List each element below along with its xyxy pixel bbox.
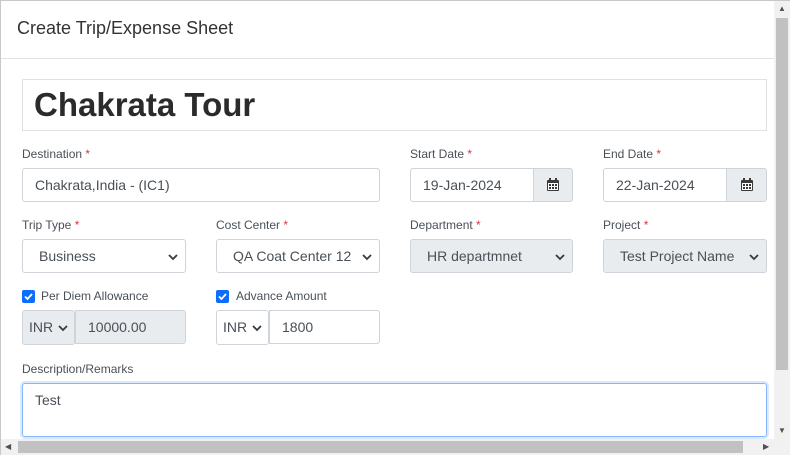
destination-label: Destination * <box>22 147 91 161</box>
vertical-scroll-thumb[interactable] <box>776 18 788 370</box>
chevron-down-icon <box>168 254 178 261</box>
project-select[interactable]: Test Project Name <box>603 239 767 273</box>
chevron-down-icon <box>749 254 759 261</box>
checkmark-icon <box>24 293 33 301</box>
horizontal-scrollbar[interactable]: ◀ ▶ <box>1 439 790 455</box>
calendar-icon <box>740 178 753 191</box>
description-textarea[interactable]: Test <box>22 383 767 437</box>
checkmark-icon <box>218 293 227 301</box>
end-date-input[interactable]: 22-Jan-2024 <box>603 168 727 202</box>
scroll-left-icon[interactable]: ◀ <box>5 442 11 452</box>
department-select[interactable]: HR departmnet <box>410 239 573 273</box>
cost-center-value: QA Coat Center 12 <box>233 248 352 264</box>
end-date-label: End Date * <box>603 147 662 161</box>
end-date-calendar-button[interactable] <box>726 168 767 202</box>
scroll-right-icon[interactable]: ▶ <box>763 442 769 452</box>
per-diem-currency-value: INR <box>29 319 54 335</box>
scroll-up-icon[interactable]: ▲ <box>778 4 786 14</box>
per-diem-label: Per Diem Allowance <box>41 289 149 303</box>
scroll-down-icon[interactable]: ▼ <box>778 426 786 436</box>
project-value: Test Project Name <box>620 248 735 264</box>
advance-amount-input[interactable]: 1800 <box>269 310 380 344</box>
advance-currency-value: INR <box>223 319 248 335</box>
cost-center-select[interactable]: QA Coat Center 12 <box>216 239 380 273</box>
start-date-label: Start Date * <box>410 147 473 161</box>
calendar-icon <box>547 178 559 191</box>
advance-amount-checkbox[interactable] <box>216 290 229 303</box>
department-value: HR departmnet <box>427 248 522 264</box>
cost-center-label: Cost Center * <box>216 218 289 232</box>
chevron-down-icon <box>555 254 565 261</box>
chevron-down-icon <box>58 325 68 332</box>
chevron-down-icon <box>252 325 262 332</box>
trip-type-select[interactable]: Business <box>22 239 186 273</box>
description-label: Description/Remarks <box>22 362 134 376</box>
start-date-input[interactable]: 19-Jan-2024 <box>410 168 534 202</box>
start-date-calendar-button[interactable] <box>533 168 573 202</box>
advance-amount-label: Advance Amount <box>236 289 327 303</box>
trip-name-field[interactable]: Chakrata Tour <box>22 79 767 131</box>
modal-header: Create Trip/Expense Sheet <box>1 1 775 59</box>
per-diem-currency-select[interactable]: INR <box>22 310 75 345</box>
per-diem-amount-input[interactable]: 10000.00 <box>75 310 186 344</box>
horizontal-scroll-thumb[interactable] <box>18 441 743 453</box>
advance-currency-select[interactable]: INR <box>216 310 269 345</box>
trip-name: Chakrata Tour <box>34 86 256 123</box>
project-label: Project * <box>603 218 649 232</box>
modal-title: Create Trip/Expense Sheet <box>17 18 234 38</box>
modal-window: Create Trip/Expense Sheet Chakrata Tour … <box>0 0 790 455</box>
destination-input[interactable]: Chakrata,India - (IC1) <box>22 168 380 202</box>
department-label: Department * <box>410 218 481 232</box>
trip-type-value: Business <box>39 248 96 264</box>
chevron-down-icon <box>362 254 372 261</box>
vertical-scrollbar[interactable]: ▲ ▼ <box>774 1 790 439</box>
per-diem-checkbox[interactable] <box>22 290 35 303</box>
trip-type-label: Trip Type * <box>22 218 80 232</box>
